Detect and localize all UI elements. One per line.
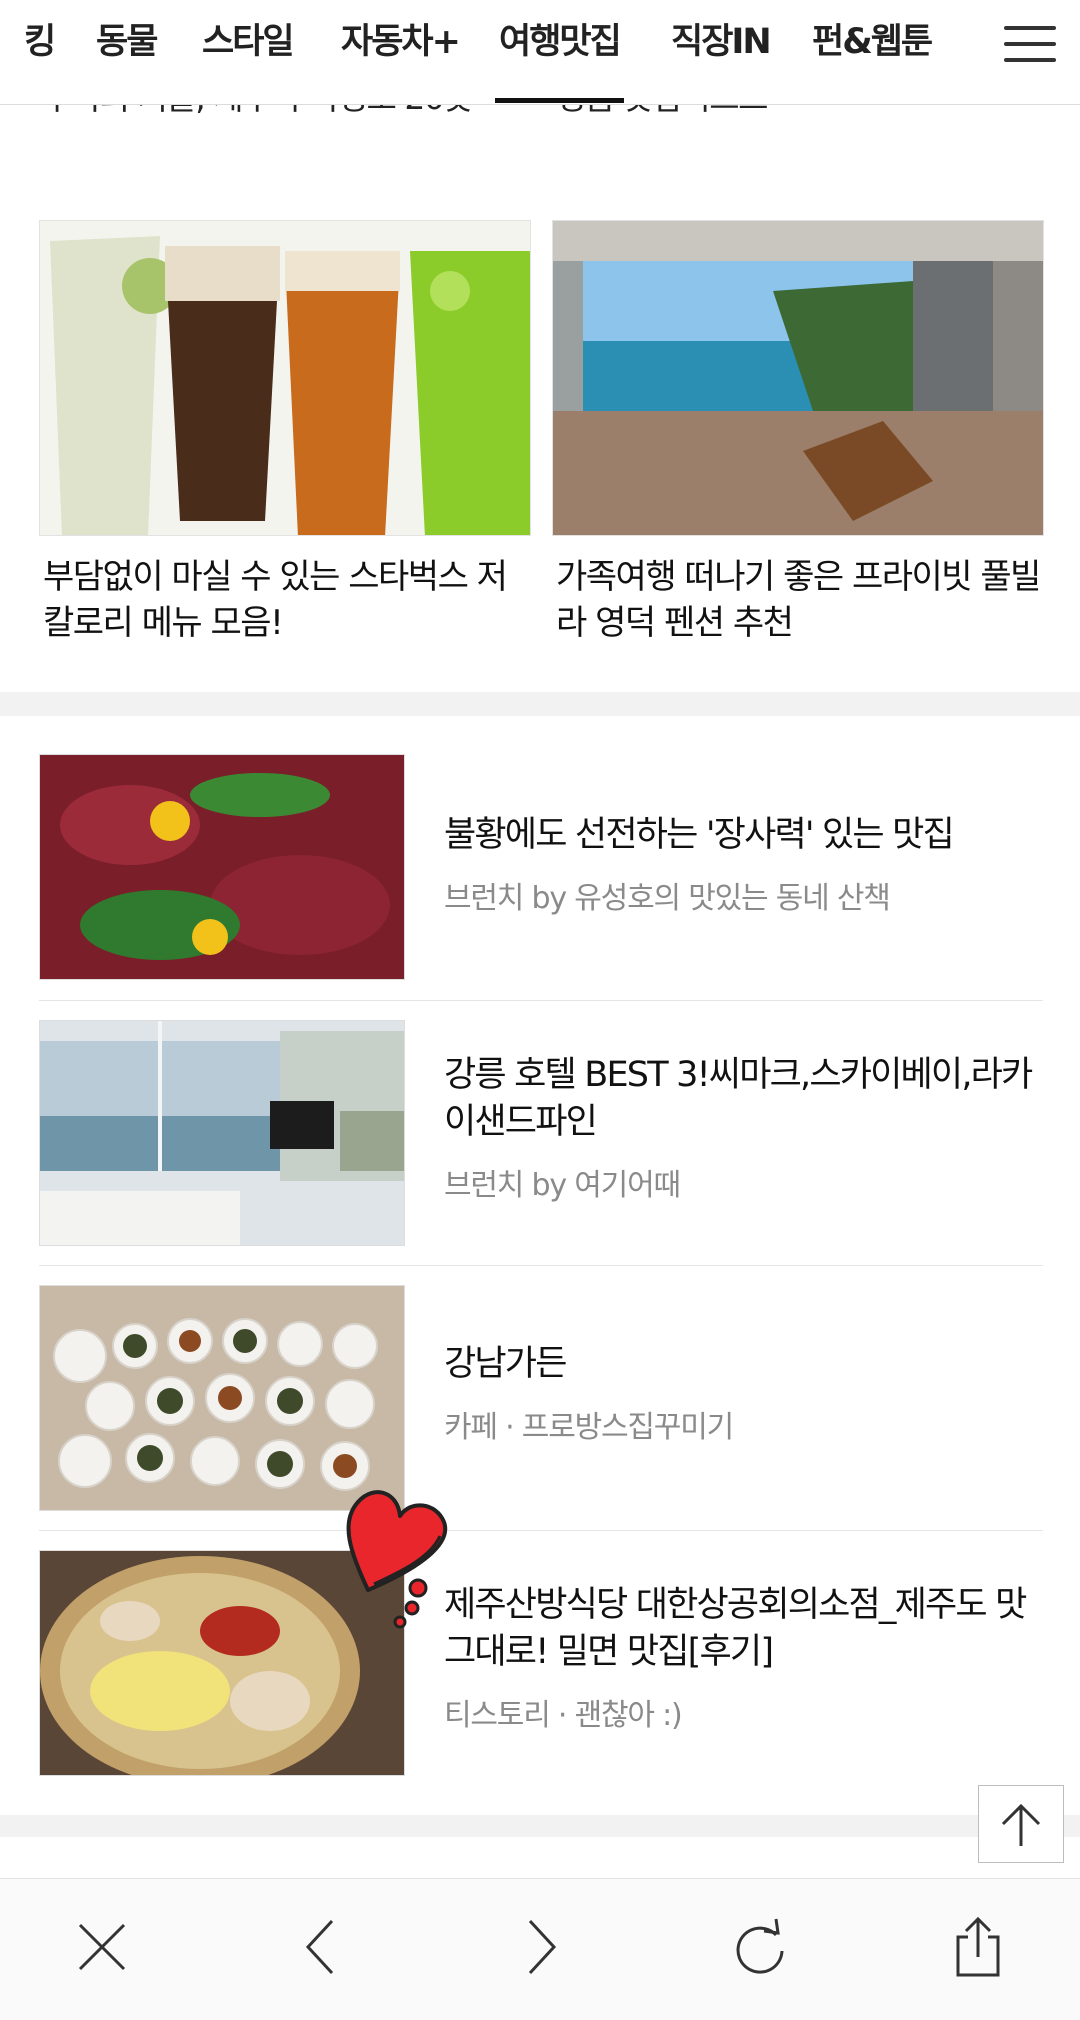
tab-fun-webtoon[interactable]: 펀&웹툰 — [812, 20, 933, 64]
category-nav: 킹 동물 스타일 자동차+ 여행맛집 직장IN 펀&웹툰 — [0, 0, 1080, 105]
grid-card-pool-villa[interactable]: 가족여행 떠나기 좋은 프라이빗 풀빌라 영덕 펜션 추천 — [552, 220, 1044, 646]
list-divider — [39, 1265, 1043, 1266]
starbucks-drinks-photo — [39, 220, 531, 536]
list-item[interactable]: 강릉 호텔 BEST 3!씨마크,스카이베이,라카이샌드파인 브런치 by 여기… — [39, 1020, 1043, 1270]
tab-car[interactable]: 자동차+ — [341, 20, 461, 64]
section-separator — [0, 692, 1080, 716]
arrow-up-icon — [1001, 1803, 1041, 1846]
list-item-title: 불황에도 선전하는 '장사력' 있는 맛집 — [444, 815, 955, 855]
ocean-view-pool-villa-photo — [552, 220, 1044, 536]
reload-icon[interactable] — [720, 1907, 800, 1987]
share-icon[interactable] — [938, 1907, 1018, 1987]
list-item-title: 강남가든 — [444, 1344, 567, 1384]
tab-work[interactable]: 직장IN — [671, 20, 772, 64]
list-divider — [39, 1530, 1043, 1531]
list-item-title: 강릉 호텔 BEST 3!씨마크,스카이베이,라카이샌드파인 — [444, 1055, 1033, 1142]
list-item-source: 브런치 by 유성호의 맛있는 동네 산책 — [444, 881, 891, 916]
heart-sticker-icon — [340, 1472, 460, 1632]
grid-card-title: 부담없이 마실 수 있는 스타벅스 저칼로리 메뉴 모음! — [43, 557, 508, 643]
browser-toolbar — [0, 1878, 1080, 2020]
list-item[interactable]: 제주산방식당 대한상공회의소점_제주도 맛 그대로! 밀면 맛집[후기] 티스토… — [39, 1550, 1043, 1800]
list-item-source: 브런치 by 여기어때 — [444, 1168, 681, 1203]
grid-card-title: 가족여행 떠나기 좋은 프라이빗 풀빌라 영덕 펜션 추천 — [556, 557, 1041, 643]
tab-ranking[interactable]: 킹 — [24, 20, 56, 64]
hotel-room-ocean-view-photo — [39, 1020, 405, 1246]
back-icon[interactable] — [282, 1907, 362, 1987]
tab-style[interactable]: 스타일 — [202, 20, 295, 64]
grid-card-starbucks[interactable]: 부담없이 마실 수 있는 스타벅스 저칼로리 메뉴 모음! — [39, 220, 531, 646]
list-item-source: 카페 · 프로방스집꾸미기 — [444, 1410, 734, 1445]
scroll-to-top-button[interactable] — [978, 1785, 1064, 1863]
list-item-source: 티스토리 · 괜찮아 :) — [444, 1698, 683, 1733]
tab-travel-food[interactable]: 여행맛집 — [495, 20, 624, 103]
hamburger-menu-icon[interactable] — [1004, 24, 1058, 64]
list-divider — [39, 1000, 1043, 1001]
beef-tartare-photo — [39, 754, 405, 980]
forward-icon[interactable] — [500, 1907, 580, 1987]
list-item[interactable]: 불황에도 선전하는 '장사력' 있는 맛집 브런치 by 유성호의 맛있는 동네… — [39, 754, 1043, 1004]
list-item-title: 제주산방식당 대한상공회의소점_제주도 맛 그대로! 밀면 맛집[후기] — [444, 1585, 1027, 1672]
tab-animals[interactable]: 동물 — [96, 20, 158, 64]
list-item[interactable]: 강남가든 카페 · 프로방스집꾸미기 — [39, 1285, 1043, 1535]
close-icon[interactable] — [62, 1907, 142, 1987]
section-separator — [0, 1815, 1080, 1837]
